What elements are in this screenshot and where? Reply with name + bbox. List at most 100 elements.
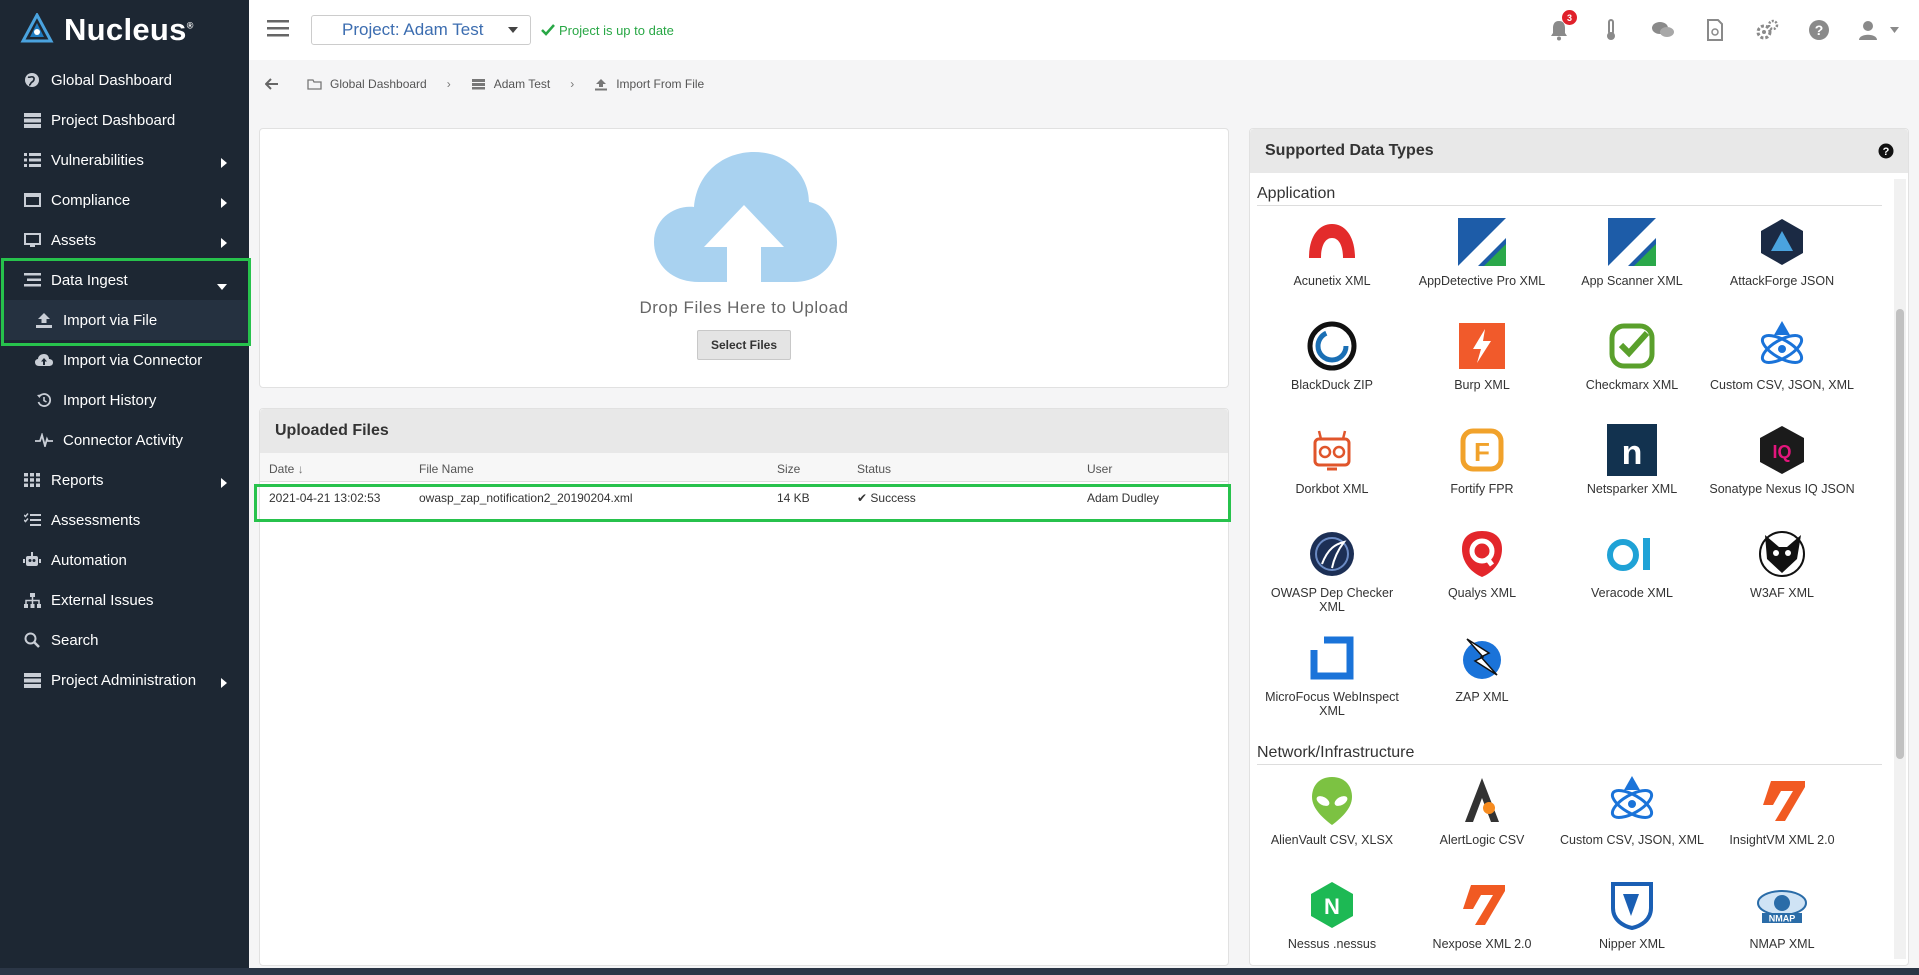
- data-type-label: Dorkbot XML: [1295, 482, 1369, 496]
- data-type-insightvm-xml-2-0[interactable]: InsightVM XML 2.0: [1707, 771, 1857, 875]
- qualys-xml-logo-icon: [1454, 526, 1510, 582]
- data-type-label: NMAP XML: [1749, 937, 1815, 951]
- table-row[interactable]: 2021-04-21 13:02:53 owasp_zap_notificati…: [260, 481, 1228, 515]
- sidebar-item-data-ingest[interactable]: Data Ingest: [0, 260, 249, 300]
- sidebar-item-import-via-connector[interactable]: Import via Connector: [0, 340, 249, 380]
- breadcrumb-separator: ›: [446, 77, 451, 91]
- data-type-nipper-xml[interactable]: Nipper XML: [1557, 875, 1707, 965]
- sidebar-item-vulnerabilities[interactable]: Vulnerabilities: [0, 140, 249, 180]
- data-type-fortify-fpr[interactable]: F Fortify FPR: [1407, 420, 1557, 524]
- data-type-attackforge-json[interactable]: AttackForge JSON: [1707, 212, 1857, 316]
- caret-right-icon: [221, 235, 227, 252]
- data-type-label: Checkmarx XML: [1585, 378, 1679, 392]
- data-type-nessus-nessus[interactable]: N Nessus .nessus: [1257, 875, 1407, 965]
- netsparker-xml-logo-icon: n: [1604, 422, 1660, 478]
- data-type-owasp-dep-checker-xml[interactable]: OWASP Dep Checker XML: [1257, 524, 1407, 628]
- column-header-date[interactable]: Date ↓: [260, 453, 410, 482]
- data-type-alienvault-csv-xlsx[interactable]: AlienVault CSV, XLSX: [1257, 771, 1407, 875]
- data-type-label: Custom CSV, JSON, XML: [1709, 378, 1855, 392]
- group-title: Network/Infrastructure: [1257, 744, 1882, 765]
- svg-text:F: F: [1474, 437, 1490, 467]
- caret-right-icon: [221, 475, 227, 492]
- column-header-file-name[interactable]: File Name: [410, 453, 768, 482]
- search-icon: [22, 631, 42, 649]
- help-icon[interactable]: ?: [1878, 143, 1894, 159]
- data-type-label: Qualys XML: [1447, 586, 1517, 600]
- grid-icon: [22, 471, 42, 489]
- svg-text:IQ: IQ: [1772, 442, 1791, 462]
- thermometer-icon[interactable]: [1599, 18, 1623, 42]
- check-icon: ✔: [857, 491, 868, 506]
- logo[interactable]: Nucleus®: [0, 0, 249, 60]
- sidebar-item-label: Assessments: [51, 511, 141, 529]
- data-type-blackduck-zip[interactable]: BlackDuck ZIP: [1257, 316, 1407, 420]
- data-type-sonatype-nexus-iq-json[interactable]: IQ Sonatype Nexus IQ JSON: [1707, 420, 1857, 524]
- zap-xml-logo-icon: [1454, 630, 1510, 686]
- select-files-button[interactable]: Select Files: [696, 330, 792, 360]
- user-menu-icon[interactable]: [1859, 18, 1899, 42]
- column-header-size[interactable]: Size: [768, 453, 848, 482]
- gears-icon[interactable]: [1755, 18, 1779, 42]
- nipper-xml-logo-icon: [1604, 877, 1660, 933]
- cell-size: 14 KB: [777, 491, 810, 506]
- data-type-qualys-xml[interactable]: Qualys XML: [1407, 524, 1557, 628]
- data-type-grid: Acunetix XML AppDetective Pro XML App Scan…: [1257, 212, 1885, 732]
- menu-toggle-icon[interactable]: [267, 19, 291, 42]
- column-header-user[interactable]: User: [1078, 453, 1228, 482]
- data-type-nmap-xml[interactable]: NMAP NMAP XML: [1707, 875, 1857, 965]
- data-type-alertlogic-csv[interactable]: AlertLogic CSV: [1407, 771, 1557, 875]
- notification-badge: 3: [1562, 10, 1577, 25]
- file-dropzone[interactable]: Drop Files Here to Upload Select Files: [259, 128, 1229, 388]
- scrollbar-thumb[interactable]: [1896, 309, 1904, 759]
- sidebar-item-project-administration[interactable]: Project Administration: [0, 660, 249, 700]
- help-icon[interactable]: ?: [1807, 18, 1831, 42]
- data-type-veracode-xml[interactable]: Veracode XML: [1557, 524, 1707, 628]
- project-selector[interactable]: Project: Adam Test: [311, 15, 531, 45]
- data-type-netsparker-xml[interactable]: n Netsparker XML: [1557, 420, 1707, 524]
- data-type-custom-csv-json-xml[interactable]: Custom CSV, JSON, XML: [1557, 771, 1707, 875]
- sidebar-item-import-via-file[interactable]: Import via File: [0, 300, 249, 340]
- data-type-acunetix-xml[interactable]: Acunetix XML: [1257, 212, 1407, 316]
- column-header-status[interactable]: Status: [848, 453, 1078, 482]
- sidebar-item-search[interactable]: Search: [0, 620, 249, 660]
- data-type-w3af-xml[interactable]: W3AF XML: [1707, 524, 1857, 628]
- data-type-microfocus-webinspect-xml[interactable]: MicroFocus WebInspect XML: [1257, 628, 1407, 732]
- window-icon: [22, 191, 42, 209]
- sidebar-item-label: Import History: [63, 391, 157, 409]
- back-arrow-icon[interactable]: [265, 78, 279, 90]
- bell-icon[interactable]: 3: [1547, 10, 1577, 42]
- chat-icon[interactable]: [1651, 18, 1675, 42]
- history-icon: [34, 391, 54, 409]
- custom-csv-json-xml-logo-icon: [1604, 773, 1660, 829]
- project-status: Project is up to date: [541, 23, 674, 38]
- attackforge-json-logo-icon: [1754, 214, 1810, 270]
- cell-user: Adam Dudley: [1087, 491, 1160, 506]
- sidebar-item-global-dashboard[interactable]: Global Dashboard: [0, 60, 249, 100]
- veracode-xml-logo-icon: [1604, 526, 1660, 582]
- sidebar-item-assets[interactable]: Assets: [0, 220, 249, 260]
- data-type-app-scanner-xml[interactable]: App Scanner XML: [1557, 212, 1707, 316]
- supported-data-types-panel: Supported Data Types ? Application Acunet…: [1249, 128, 1909, 966]
- data-type-nexpose-xml-2-0[interactable]: Nexpose XML 2.0: [1407, 875, 1557, 965]
- sidebar-item-project-dashboard[interactable]: Project Dashboard: [0, 100, 249, 140]
- data-type-dorkbot-xml[interactable]: Dorkbot XML: [1257, 420, 1407, 524]
- sidebar-item-label: Compliance: [51, 191, 131, 209]
- sidebar-item-compliance[interactable]: Compliance: [0, 180, 249, 220]
- data-type-checkmarx-xml[interactable]: Checkmarx XML: [1557, 316, 1707, 420]
- sidebar-item-automation[interactable]: Automation: [0, 540, 249, 580]
- data-type-zap-xml[interactable]: ZAP XML: [1407, 628, 1557, 732]
- breadcrumb-global-dashboard[interactable]: Global Dashboard: [307, 77, 427, 91]
- sidebar-item-assessments[interactable]: Assessments: [0, 500, 249, 540]
- sidebar-item-external-issues[interactable]: External Issues: [0, 580, 249, 620]
- sidebar-item-reports[interactable]: Reports: [0, 460, 249, 500]
- sidebar-item-import-history[interactable]: Import History: [0, 380, 249, 420]
- document-icon[interactable]: [1703, 18, 1727, 42]
- data-type-appdetective-pro-xml[interactable]: AppDetective Pro XML: [1407, 212, 1557, 316]
- data-type-label: Sonatype Nexus IQ JSON: [1709, 482, 1855, 496]
- breadcrumb-project[interactable]: Adam Test: [471, 77, 550, 91]
- scrollbar[interactable]: [1894, 179, 1906, 959]
- sidebar-item-connector-activity[interactable]: Connector Activity: [0, 420, 249, 460]
- data-type-burp-xml[interactable]: Burp XML: [1407, 316, 1557, 420]
- data-type-label: Nexpose XML 2.0: [1432, 937, 1532, 951]
- data-type-custom-csv-json-xml[interactable]: Custom CSV, JSON, XML: [1707, 316, 1857, 420]
